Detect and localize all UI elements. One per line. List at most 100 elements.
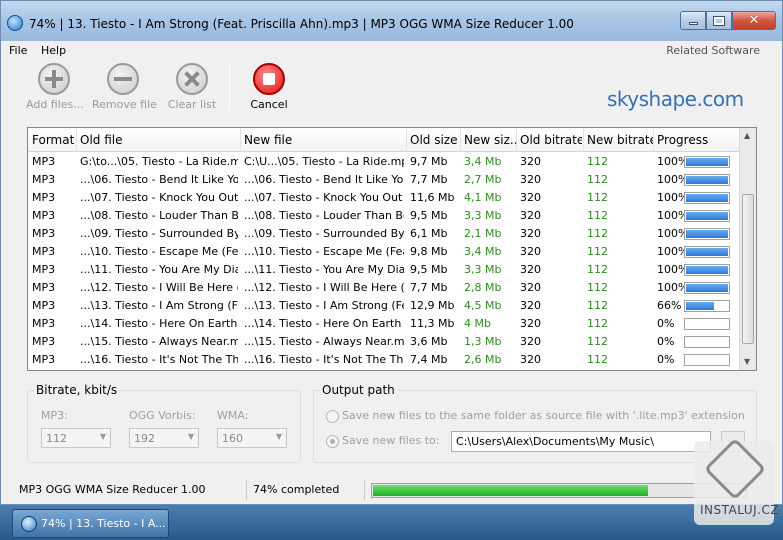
related-software-link[interactable]: Related Software	[666, 44, 760, 57]
table-row[interactable]: MP3 ...\07. Tiesto - Knock You Out (Fe...…	[28, 189, 740, 207]
table-row[interactable]: MP3 ...\11. Tiesto - You Are My Diamo ...\…	[28, 261, 740, 279]
minimize-button[interactable]	[680, 11, 706, 30]
col-old-bitrate[interactable]: Old bitrate	[520, 133, 582, 147]
col-old-size[interactable]: Old size	[410, 133, 460, 147]
vertical-scrollbar[interactable]: ▲ ▼	[739, 128, 756, 370]
window-title: 74% | 13. Tiesto - I Am Strong (Feat. Pr…	[29, 17, 574, 31]
output-path-input[interactable]: C:\Users\Alex\Documents\My Music\	[451, 431, 711, 452]
table-row[interactable]: MP3 ...\08. Tiesto - Louder Than Boon ...\…	[28, 207, 740, 225]
title-bar[interactable]: 74% | 13. Tiesto - I Am Strong (Feat. Pr…	[1, 1, 782, 41]
table-row[interactable]: MP3 ...\16. Tiesto - It's Not The Thing..…	[28, 351, 740, 369]
cell-progress: 100%	[657, 227, 687, 240]
cell-format: MP3	[32, 191, 56, 204]
table-row[interactable]: MP3 ...\12. Tiesto - I Will Be Here (Fe..…	[28, 279, 740, 297]
mp3-bitrate-select[interactable]: 112 ▼	[41, 428, 111, 448]
scroll-down-icon[interactable]: ▼	[744, 357, 750, 366]
wma-bitrate-value: 160	[222, 432, 243, 445]
cell-progress: 0%	[657, 317, 675, 330]
row-progress-bar	[684, 156, 730, 168]
mp3-label: MP3:	[41, 409, 68, 422]
cell-new-bitrate: 112	[587, 209, 608, 222]
row-progress-fill	[686, 248, 728, 256]
remove-file-label: Remove file	[92, 98, 157, 111]
total-progress-fill	[373, 485, 648, 496]
row-progress-fill	[686, 230, 728, 238]
output-group-label: Output path	[320, 383, 397, 397]
cancel-button[interactable]: Cancel	[247, 63, 291, 111]
col-format[interactable]: Format	[32, 133, 76, 147]
cell-progress: 0%	[657, 353, 675, 366]
maximize-button[interactable]	[706, 11, 732, 30]
minimize-icon	[688, 22, 698, 25]
table-row[interactable]: MP3 ...\13. Tiesto - I Am Strong (Feat...…	[28, 297, 740, 315]
menu-bar: File Help Related Software	[1, 41, 782, 59]
chevron-down-icon: ▼	[187, 432, 194, 441]
cell-progress: 100%	[657, 281, 687, 294]
cell-old-size: 9,7 Mb	[410, 155, 448, 168]
cell-new-bitrate: 112	[587, 281, 608, 294]
save-to-radio[interactable]	[326, 435, 339, 448]
cell-new-file: ...\11. Tiesto - You Are My Diamo	[244, 263, 404, 276]
ogg-bitrate-select[interactable]: 192 ▼	[129, 428, 199, 448]
taskbar-app-button[interactable]: 74% | 13. Tiesto - I A...	[12, 509, 169, 538]
table-row[interactable]: MP3 ...\15. Tiesto - Always Near.mp3 ...\1…	[28, 333, 740, 351]
col-old-file[interactable]: Old file	[80, 133, 238, 147]
bitrate-group: Bitrate, kbit/s	[27, 383, 301, 463]
scroll-up-icon[interactable]: ▲	[744, 131, 750, 140]
add-files-button[interactable]: Add files...	[26, 63, 84, 111]
col-new-file[interactable]: New file	[244, 133, 404, 147]
cell-old-bitrate: 320	[520, 155, 541, 168]
menu-file[interactable]: File	[9, 44, 27, 57]
table-row[interactable]: MP3 ...\09. Tiesto - Surrounded By Lig...…	[28, 225, 740, 243]
file-table[interactable]: Format Old file New file Old size New si…	[27, 127, 757, 371]
watermark: INSTALUJ.CZ	[694, 437, 779, 525]
cell-new-file: ...\12. Tiesto - I Will Be Here (Fe	[244, 281, 404, 294]
wma-bitrate-select[interactable]: 160 ▼	[217, 428, 287, 448]
row-progress-bar	[684, 246, 730, 258]
cell-new-size: 3,3 Mb	[464, 209, 502, 222]
col-new-size[interactable]: New siz...	[464, 133, 516, 147]
cell-old-bitrate: 320	[520, 227, 541, 240]
row-progress-fill	[686, 212, 728, 220]
cell-old-size: 11,3 Mb	[410, 317, 455, 330]
taskbar-app-label: 74% | 13. Tiesto - I A...	[41, 517, 166, 530]
cell-new-size: 1,3 Mb	[464, 335, 502, 348]
cell-old-file: ...\13. Tiesto - I Am Strong (Feat	[80, 299, 238, 312]
col-new-bitrate[interactable]: New bitrate	[587, 133, 653, 147]
cell-old-file: ...\09. Tiesto - Surrounded By Lig	[80, 227, 238, 240]
menu-help[interactable]: Help	[41, 44, 66, 57]
app-window: 74% | 13. Tiesto - I Am Strong (Feat. Pr…	[0, 0, 783, 505]
wma-label: WMA:	[217, 409, 249, 422]
scroll-thumb[interactable]	[742, 194, 754, 344]
brand-logo[interactable]: skyshape.com	[607, 87, 744, 111]
cell-new-file: ...\14. Tiesto - Here On Earth (Fe	[244, 317, 404, 330]
clear-list-button[interactable]: Clear list	[167, 63, 217, 111]
same-folder-radio[interactable]	[326, 410, 339, 423]
cell-new-file: ...\13. Tiesto - I Am Strong (Feat	[244, 299, 404, 312]
watermark-logo-icon	[703, 437, 767, 501]
close-icon: ✕	[748, 13, 760, 28]
table-row[interactable]: MP3 ...\14. Tiesto - Here On Earth (Fe...…	[28, 315, 740, 333]
cell-new-bitrate: 112	[587, 263, 608, 276]
clear-x-icon	[176, 63, 208, 95]
cell-old-size: 9,5 Mb	[410, 209, 448, 222]
remove-file-button[interactable]: Remove file	[92, 63, 157, 111]
cell-old-bitrate: 320	[520, 245, 541, 258]
table-row[interactable]: MP3 ...\06. Tiesto - Bend It Like You D..…	[28, 171, 740, 189]
cell-new-bitrate: 112	[587, 173, 608, 186]
same-folder-label: Save new files to the same folder as sou…	[342, 409, 745, 422]
cell-progress: 0%	[657, 335, 675, 348]
status-completed: 74% completed	[247, 480, 365, 500]
cell-old-size: 11,6 Mb	[410, 191, 455, 204]
table-row[interactable]: MP3 ...\10. Tiesto - Escape Me (Feat. ...\…	[28, 243, 740, 261]
cell-old-size: 7,4 Mb	[410, 353, 448, 366]
total-progress-bar	[371, 483, 747, 498]
row-progress-fill	[686, 158, 728, 166]
close-button[interactable]: ✕	[732, 11, 776, 30]
row-progress-fill	[686, 284, 728, 292]
cell-old-size: 7,7 Mb	[410, 173, 448, 186]
cell-old-size: 9,8 Mb	[410, 245, 448, 258]
table-row[interactable]: MP3 G:\to...\05. Tiesto - La Ride.mp3 C:\U…	[28, 153, 740, 171]
output-group: Output path	[313, 383, 757, 463]
col-progress[interactable]: Progress	[657, 133, 727, 147]
